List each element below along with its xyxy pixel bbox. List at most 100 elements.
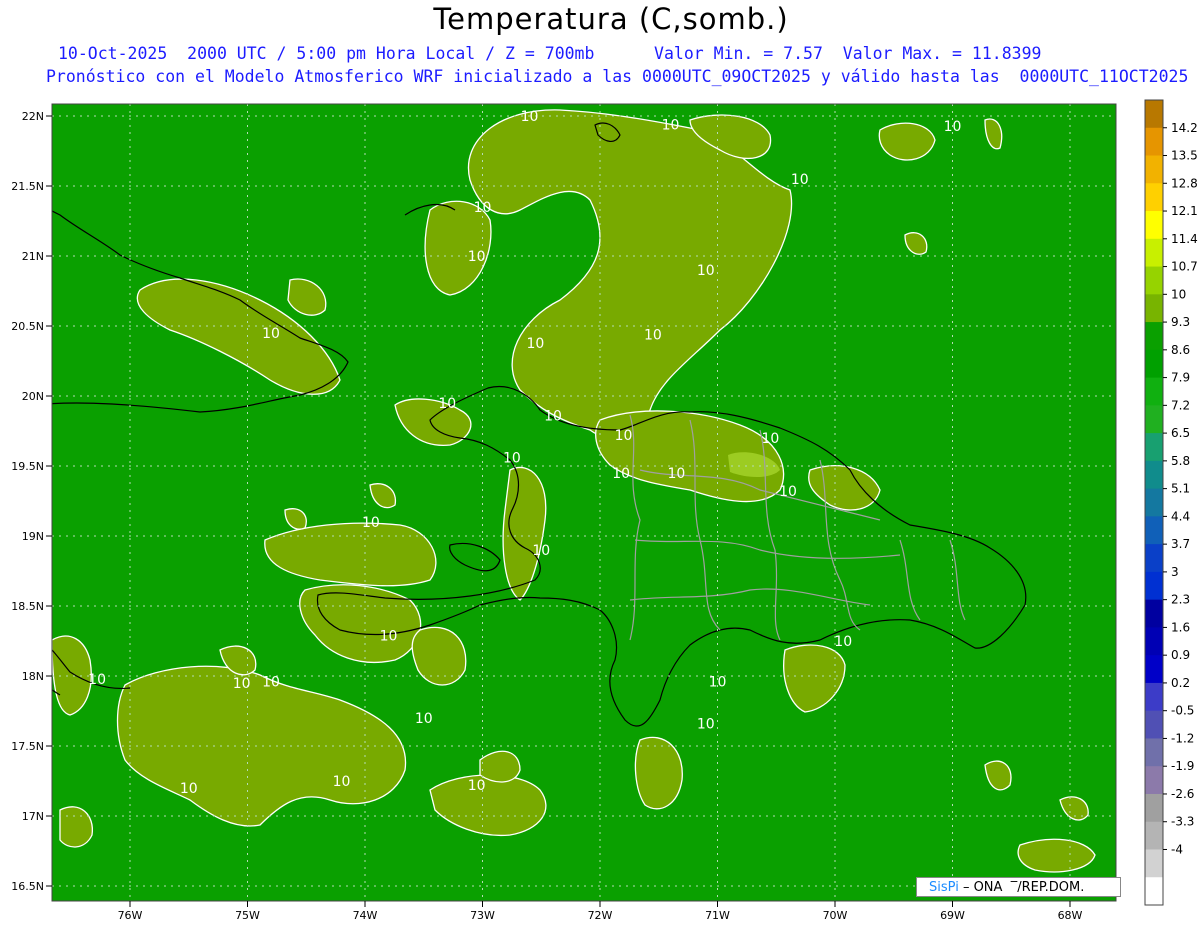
colorbar-label: 10 bbox=[1171, 287, 1186, 301]
contour-label: 10 bbox=[474, 200, 492, 216]
lon-label: 70W bbox=[823, 909, 848, 922]
contour-label: 10 bbox=[612, 466, 630, 482]
colorbar-swatch bbox=[1145, 294, 1163, 323]
lat-label: 20N bbox=[22, 390, 44, 403]
lon-label: 74W bbox=[353, 909, 378, 922]
colorbar-label: 1.6 bbox=[1171, 620, 1190, 634]
subtitle-valid-time: 10-Oct-2025 2000 UTC / 5:00 pm Hora Loca… bbox=[58, 44, 1042, 63]
warm-area bbox=[1017, 838, 1096, 873]
colorbar-label: 7.9 bbox=[1171, 371, 1190, 385]
colorbar-swatch bbox=[1145, 183, 1163, 212]
colorbar-swatch bbox=[1145, 710, 1163, 739]
colorbar-swatch bbox=[1145, 738, 1163, 767]
colorbar-swatch bbox=[1145, 127, 1163, 157]
contour-label: 10 bbox=[526, 336, 544, 352]
colorbar-label: 10.7 bbox=[1171, 260, 1198, 274]
colorbar-swatch bbox=[1145, 460, 1163, 490]
contour-label: 10 bbox=[544, 409, 562, 425]
contour-label: 10 bbox=[662, 117, 680, 133]
colorbar-label: -3.3 bbox=[1171, 815, 1194, 829]
contour-label: 10 bbox=[88, 672, 106, 688]
colorbar-label: 0.9 bbox=[1171, 648, 1190, 662]
colorbar-label: 11.4 bbox=[1171, 232, 1198, 246]
lon-label: 75W bbox=[235, 909, 260, 922]
subtitle-model-info: Pronóstico con el Modelo Atmosferico WRF… bbox=[46, 67, 1189, 86]
colorbar-swatch bbox=[1145, 766, 1163, 795]
contour-label: 10 bbox=[233, 676, 251, 692]
colorbar-swatch bbox=[1145, 238, 1163, 268]
colorbar-swatch bbox=[1145, 377, 1163, 406]
colorbar-label: 0.2 bbox=[1171, 676, 1190, 690]
colorbar-swatch bbox=[1145, 488, 1163, 517]
lon-label: 76W bbox=[118, 909, 143, 922]
warm-area bbox=[479, 750, 521, 783]
lon-label: 73W bbox=[470, 909, 495, 922]
contour-label: 10 bbox=[333, 774, 351, 790]
colorbar-label: 13.5 bbox=[1171, 149, 1198, 163]
colorbar-label: 3.7 bbox=[1171, 537, 1190, 551]
colorbar-label: 12.8 bbox=[1171, 176, 1198, 190]
colorbar-swatch bbox=[1145, 100, 1163, 129]
contour-label: 10 bbox=[667, 466, 685, 482]
map-field: 10 10 10 10 10 10 10 10 10 10 10 10 10 10 10 10 10 10 10 10… bbox=[52, 104, 1116, 901]
lat-label: 20.5N bbox=[11, 320, 44, 333]
colorbar-swatch bbox=[1145, 155, 1163, 184]
lon-label: 69W bbox=[940, 909, 965, 922]
lat-label: 19N bbox=[22, 530, 44, 543]
colorbar-swatch bbox=[1145, 571, 1163, 601]
colorbar-label: 2.3 bbox=[1171, 593, 1190, 607]
colorbar-swatch bbox=[1145, 877, 1163, 906]
contour-label: 10 bbox=[180, 781, 198, 797]
lat-label: 16.5N bbox=[11, 880, 44, 893]
colorbar-label: 8.6 bbox=[1171, 343, 1190, 357]
colorbar-label: -0.5 bbox=[1171, 704, 1194, 718]
colorbar-swatch bbox=[1145, 682, 1163, 712]
colorbar-swatch bbox=[1145, 349, 1163, 379]
colorbar-swatch bbox=[1145, 266, 1163, 295]
contour-label: 10 bbox=[468, 249, 486, 265]
contour-label: 10 bbox=[262, 326, 280, 342]
contour-label: 10 bbox=[944, 119, 962, 135]
colorbar-swatch bbox=[1145, 544, 1163, 573]
contour-label: 10 bbox=[791, 172, 809, 188]
lat-label: 18N bbox=[22, 670, 44, 683]
lon-label: 68W bbox=[1058, 909, 1083, 922]
contour-label: 10 bbox=[380, 628, 398, 644]
lat-label: 22N bbox=[22, 110, 44, 123]
colorbar: 14.2 13.5 12.8 12.1 11.4 10.7 10 9.3 8.6 7.9 7.2 6.… bbox=[1144, 99, 1198, 906]
contour-label: 10 bbox=[262, 675, 280, 691]
colorbar-label: -4 bbox=[1171, 842, 1183, 856]
colorbar-label: 7.2 bbox=[1171, 398, 1190, 412]
lat-label: 21.5N bbox=[11, 180, 44, 193]
contour-label: 10 bbox=[532, 543, 550, 559]
contour-label: 10 bbox=[709, 675, 727, 691]
lat-label: 17.5N bbox=[11, 740, 44, 753]
colorbar-swatch bbox=[1145, 433, 1163, 462]
lat-label: 17N bbox=[22, 810, 44, 823]
contour-label: 10 bbox=[468, 778, 486, 794]
colorbar-label: 5.1 bbox=[1171, 482, 1190, 496]
colorbar-label: 6.5 bbox=[1171, 426, 1190, 440]
colorbar-label: 14.2 bbox=[1171, 121, 1198, 135]
contour-label: 10 bbox=[615, 428, 633, 444]
contour-label: 10 bbox=[761, 431, 779, 447]
credit-logo: SisPi bbox=[929, 880, 959, 895]
colorbar-swatch bbox=[1145, 793, 1163, 823]
lat-label: 21N bbox=[22, 250, 44, 263]
credit-box: SisPi – ONA ‾/REP.DOM. bbox=[916, 877, 1121, 897]
colorbar-label: 9.3 bbox=[1171, 315, 1190, 329]
colorbar-swatch bbox=[1145, 599, 1163, 628]
lat-label: 19.5N bbox=[11, 460, 44, 473]
colorbar-label: 4.4 bbox=[1171, 509, 1190, 523]
contour-label: 10 bbox=[779, 484, 797, 500]
colorbar-label: -1.2 bbox=[1171, 731, 1194, 745]
colorbar-swatch bbox=[1145, 211, 1163, 240]
lon-label: 72W bbox=[588, 909, 613, 922]
lon-label: 71W bbox=[705, 909, 730, 922]
colorbar-label: -2.6 bbox=[1171, 787, 1194, 801]
temperature-map: 10 10 10 10 10 10 10 10 10 10 10 10 10 10 10 10 10 10 10 10… bbox=[11, 99, 1198, 922]
colorbar-swatch bbox=[1145, 627, 1163, 656]
contour-label: 10 bbox=[438, 396, 456, 412]
colorbar-label: 5.8 bbox=[1171, 454, 1190, 468]
contour-label: 10 bbox=[503, 451, 521, 467]
